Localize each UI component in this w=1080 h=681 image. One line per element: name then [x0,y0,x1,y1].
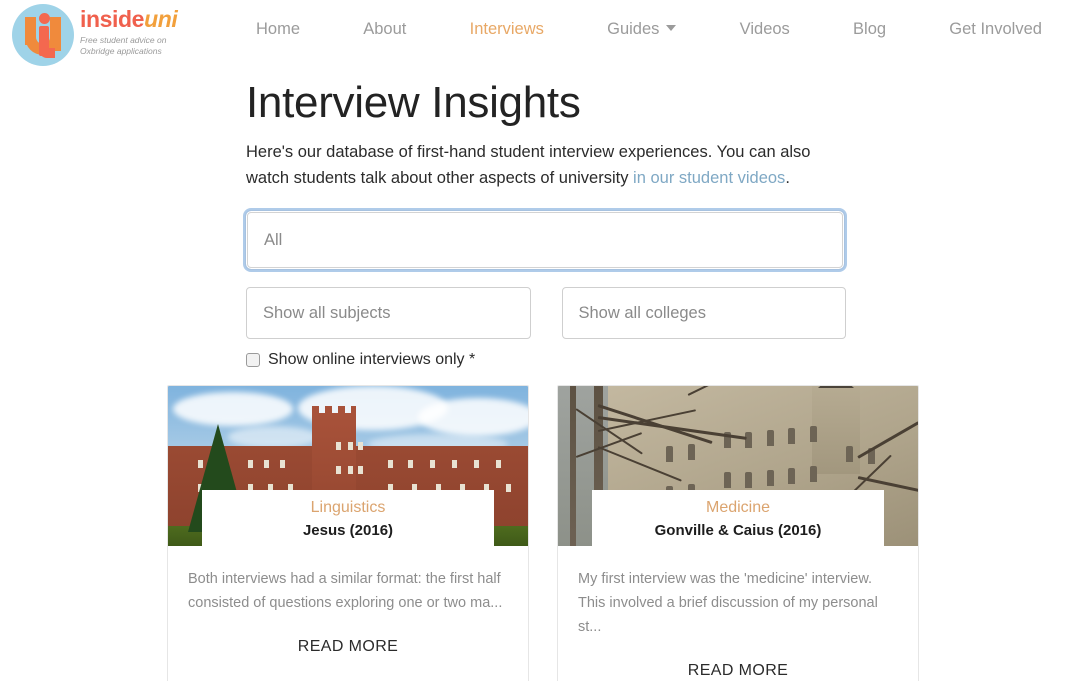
interview-card-medicine[interactable]: Medicine Gonville & Caius (2016) My firs… [557,385,919,681]
subject-select-value: Show all subjects [263,303,391,322]
brand-wordmark-secondary: uni [144,6,178,32]
main-content: Interview Insights Here's our database o… [0,78,1080,681]
card-body: My first interview was the 'medicine' in… [558,546,918,681]
page-description-text-after: . [785,168,790,187]
online-only-label: Show online interviews only * [268,351,476,369]
brand-wordmark-primary: inside [80,6,145,32]
interview-cards-grid: Linguistics Jesus (2016) Both interviews… [0,385,1080,681]
page-intro: Interview Insights Here's our database o… [0,78,1080,369]
read-more-button[interactable]: READ MORE [688,662,789,680]
card-subject: Medicine [705,499,771,517]
nav-item-guides[interactable]: Guides [605,16,678,43]
card-excerpt: My first interview was the 'medicine' in… [578,571,878,636]
brand-tagline-line1: Free student advice on [80,35,167,45]
card-label-linguistics: Linguistics Jesus (2016) [202,490,494,547]
interview-card-linguistics[interactable]: Linguistics Jesus (2016) Both interviews… [167,385,529,681]
college-select[interactable]: Show all colleges [561,287,846,340]
site-logo[interactable]: insideuni Free student advice on Oxbridg… [0,0,236,66]
read-more-button[interactable]: READ MORE [298,638,399,656]
page-title: Interview Insights [246,78,581,127]
college-select-value: Show all colleges [578,303,707,322]
brand-tagline-line2: Oxbridge applications [80,46,162,57]
subject-select[interactable]: Show all subjects [246,287,531,340]
search-field-wrapper [245,210,845,271]
online-only-checkbox[interactable] [246,353,260,368]
nav-item-guides-label: Guides [607,19,660,38]
jesus-college-image: Linguistics Jesus (2016) [168,386,528,547]
main-navigation: Home About Interviews Guides Videos Blog… [236,0,1080,58]
site-header: insideuni Free student advice on Oxbridg… [0,0,1080,68]
gonville-caius-image: Medicine Gonville & Caius (2016) [558,386,918,547]
card-body: Both interviews had a similar format: th… [168,546,528,674]
page-description: Here's our database of first-hand studen… [246,140,846,191]
card-subject: Linguistics [310,499,386,517]
card-college: Gonville & Caius (2016) [654,522,822,540]
online-only-filter: Show online interviews only * [246,351,846,369]
nav-item-blog[interactable]: Blog [851,16,888,43]
student-videos-link[interactable]: in our student videos [633,169,785,187]
nav-item-videos[interactable]: Videos [738,16,792,43]
nav-item-get-involved[interactable]: Get Involved [947,16,1044,43]
nav-item-interviews[interactable]: Interviews [468,16,546,43]
select-filters-row: Show all subjects Show all colleges [246,287,846,340]
nav-item-about[interactable]: About [361,16,408,43]
nav-item-home[interactable]: Home [254,16,302,43]
insideuni-circle-logo-icon [12,4,74,66]
filters-section: Show all subjects Show all colleges Show… [245,210,846,369]
chevron-down-icon [666,25,677,32]
brand-wordmark: insideuni [80,6,178,32]
card-excerpt: Both interviews had a similar format: th… [188,571,503,612]
brand-tagline: Free student advice on Oxbridge applicat… [80,35,177,58]
card-college: Jesus (2016) [302,522,394,540]
brand-text: insideuni Free student advice on Oxbridg… [74,4,178,58]
search-input[interactable] [247,212,843,269]
card-label-medicine: Medicine Gonville & Caius (2016) [592,490,884,547]
